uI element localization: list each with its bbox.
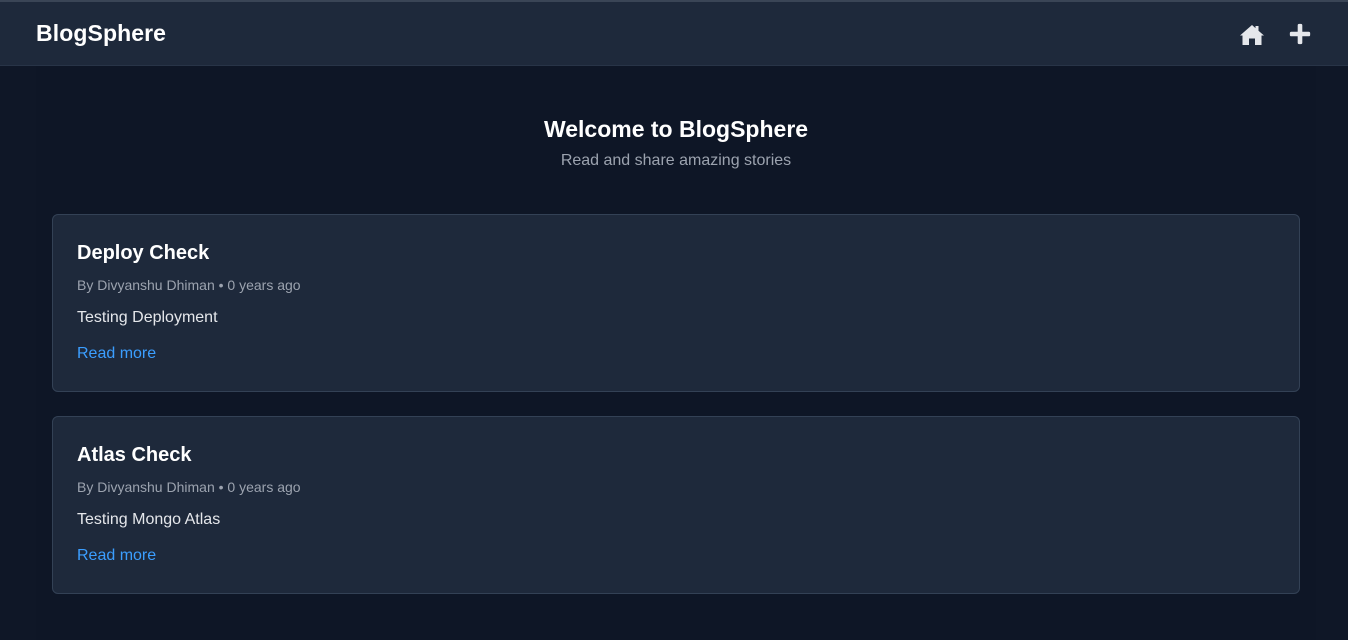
home-icon[interactable] (1239, 23, 1265, 47)
read-more-link[interactable]: Read more (77, 345, 156, 363)
read-more-link[interactable]: Read more (77, 547, 156, 565)
top-navbar: BlogSphere (0, 0, 1348, 66)
page-title: Welcome to BlogSphere (543, 116, 809, 142)
post-title[interactable]: Deploy Check (77, 242, 209, 265)
brand-logo[interactable]: BlogSphere (36, 20, 166, 47)
post-excerpt: Testing Mongo Atlas (77, 511, 221, 528)
plus-icon-svg (1289, 23, 1311, 45)
main-content: Welcome to BlogSphere Read and share ama… (36, 66, 1316, 640)
post-card: Deploy Check By Divyanshu Dhiman • 0 yea… (52, 214, 1300, 392)
home-icon-svg (1240, 25, 1264, 45)
post-title[interactable]: Atlas Check (77, 444, 192, 467)
page-subtitle: Read and share amazing stories (560, 152, 792, 169)
plus-icon[interactable] (1287, 22, 1313, 46)
post-card: Atlas Check By Divyanshu Dhiman • 0 year… (52, 416, 1300, 594)
post-meta: By Divyanshu Dhiman • 0 years ago (77, 277, 301, 293)
post-excerpt: Testing Deployment (77, 309, 218, 326)
post-meta: By Divyanshu Dhiman • 0 years ago (77, 479, 301, 495)
